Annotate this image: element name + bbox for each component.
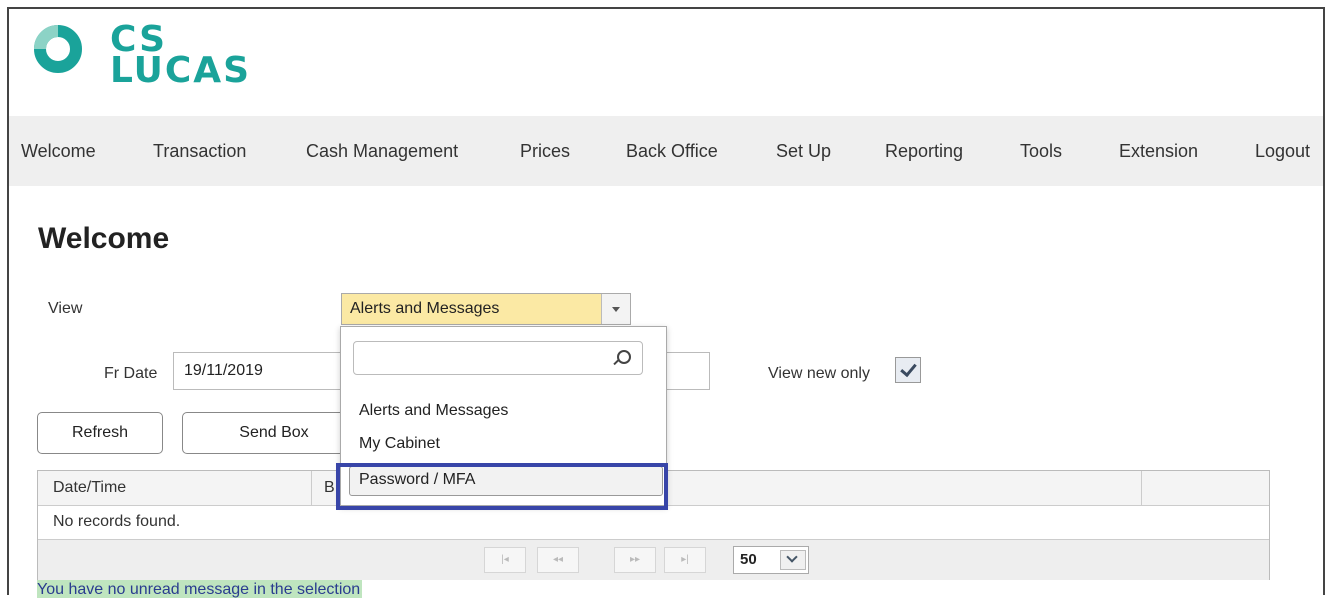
logo-ring-icon xyxy=(34,25,82,73)
first-page-icon[interactable]: |◂ xyxy=(484,547,526,573)
logo-text: CS LUCAS xyxy=(110,22,252,91)
annotation-highlight-box xyxy=(336,463,668,510)
search-icon xyxy=(617,350,631,364)
chevron-down-icon[interactable] xyxy=(601,294,630,324)
option-my-cabinet[interactable]: My Cabinet xyxy=(359,435,440,453)
page-size-select[interactable]: 50 xyxy=(733,546,809,574)
grid-pager: |◂ ◂◂ ▸▸ ▸| 50 xyxy=(38,539,1269,580)
logo-line-2: LUCAS xyxy=(110,50,252,91)
nav-logout[interactable]: Logout xyxy=(1255,116,1310,186)
view-label: View xyxy=(48,300,83,317)
nav-reporting[interactable]: Reporting xyxy=(885,116,963,186)
main-nav: Welcome Transaction Cash Management Pric… xyxy=(9,116,1323,186)
fr-date-label: Fr Date xyxy=(104,365,158,382)
prev-page-icon[interactable]: ◂◂ xyxy=(537,547,579,573)
nav-extension[interactable]: Extension xyxy=(1119,116,1198,186)
page-title: Welcome xyxy=(38,222,170,255)
nav-back-office[interactable]: Back Office xyxy=(626,116,718,186)
nav-transaction[interactable]: Transaction xyxy=(153,116,246,186)
column-extra xyxy=(1142,471,1269,505)
page-size-value: 50 xyxy=(740,551,757,568)
cs-lucas-logo: CS LUCAS xyxy=(26,22,266,94)
view-select[interactable]: Alerts and Messages xyxy=(341,293,631,325)
nav-tools[interactable]: Tools xyxy=(1020,116,1062,186)
view-select-value: Alerts and Messages xyxy=(350,300,500,317)
next-page-icon[interactable]: ▸▸ xyxy=(614,547,656,573)
column-date-time[interactable]: Date/Time xyxy=(38,471,312,505)
last-page-icon[interactable]: ▸| xyxy=(664,547,706,573)
chevron-down-icon[interactable] xyxy=(780,550,806,570)
view-new-only-label: View new only xyxy=(768,365,870,382)
view-new-only-checkbox[interactable] xyxy=(895,357,921,383)
refresh-button[interactable]: Refresh xyxy=(37,412,163,454)
nav-prices[interactable]: Prices xyxy=(520,116,570,186)
nav-set-up[interactable]: Set Up xyxy=(776,116,831,186)
status-message: You have no unread message in the select… xyxy=(37,580,363,598)
fr-date-input[interactable]: 19/11/2019 xyxy=(173,352,343,390)
send-box-button[interactable]: Send Box xyxy=(182,412,352,454)
nav-welcome[interactable]: Welcome xyxy=(21,116,96,186)
grid-empty-message: No records found. xyxy=(53,513,181,530)
dropdown-search-input[interactable] xyxy=(353,341,643,375)
option-alerts-and-messages[interactable]: Alerts and Messages xyxy=(359,402,508,420)
nav-cash-management[interactable]: Cash Management xyxy=(306,116,458,186)
to-date-input[interactable] xyxy=(660,352,710,390)
